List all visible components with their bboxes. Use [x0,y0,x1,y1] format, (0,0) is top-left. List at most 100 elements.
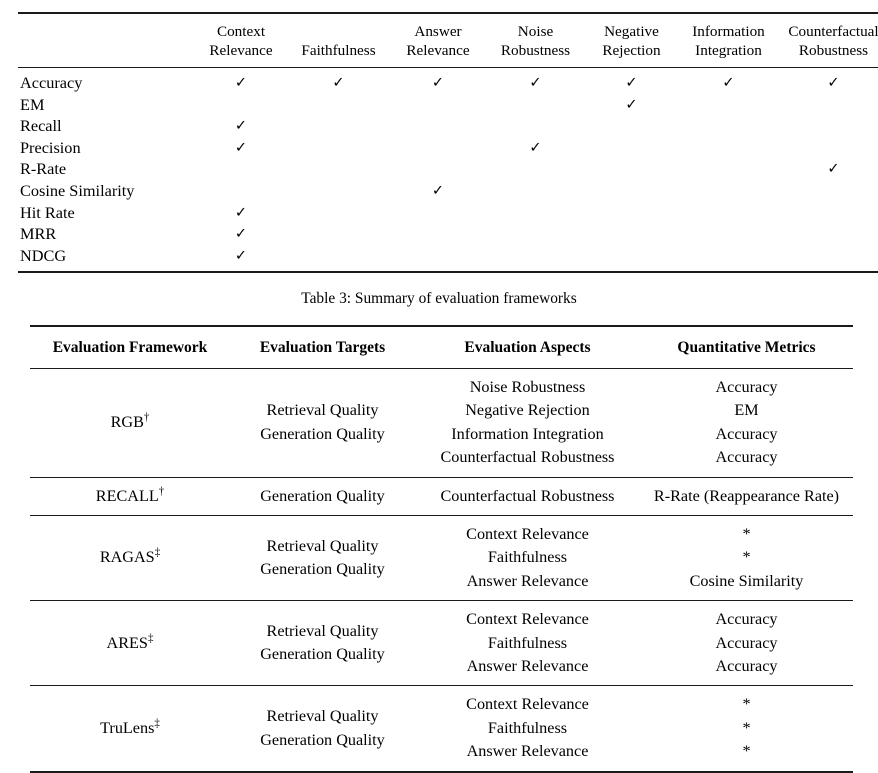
evaluation-target-item: Generation Quality [260,730,385,749]
quantitative-metrics-cell: * * * [640,685,853,773]
empty-cell [193,180,289,202]
empty-cell [680,223,777,245]
header-corner-empty [18,12,193,68]
check-icon: ✓ [431,75,445,91]
evaluation-aspect-item: Context Relevance [466,525,589,544]
header-line-2: Integration [695,41,762,59]
check-icon: ✓ [529,139,542,156]
evaluation-aspects-cell-stack: Context Relevance Faithfulness Answer Rele… [415,523,640,593]
check-icon: ✓ [234,75,248,91]
empty-cell [583,223,680,245]
empty-cell [388,94,488,116]
quantitative-metric-item: Accuracy [715,448,778,467]
evaluation-aspects-cell: Context Relevance Faithfulness Answer Rele… [415,600,640,686]
empty-cell [680,180,777,202]
column-header-counterfactual-robustness: Counterfactual Robustness [777,12,878,68]
quantitative-metrics-cell-stack: R-Rate (Reappearance Rate) [640,485,853,508]
check-icon: ✓ [332,75,345,91]
empty-cell [583,202,680,224]
metrics-aspects-table-wrapper: Context Relevance Faithfulness Answer Re… [18,12,878,274]
empty-cell [777,115,878,137]
check-icon: ✓ [827,161,840,178]
header-line-2: Robustness [500,41,571,59]
evaluation-target-item: Retrieval Quality [266,621,379,640]
evaluation-aspect-item: Counterfactual Robustness [440,486,615,505]
empty-cell [777,137,878,159]
column-header-evaluation-framework: Evaluation Framework [30,325,230,369]
empty-cell [488,180,583,202]
empty-cell [680,137,777,159]
empty-cell [193,94,289,116]
evaluation-aspects-cell: Noise Robustness Negative Rejection Inform… [415,368,640,478]
evaluation-aspect-item: Faithfulness [487,633,568,652]
footnote-marker: ‡ [154,717,160,730]
evaluation-aspect-item: Faithfulness [487,718,568,737]
framework-name: ARES [106,633,148,652]
evaluation-aspect-item: Context Relevance [466,695,589,714]
table-row: Cosine Similarity ✓ [18,180,878,202]
framework-name: RGB [110,413,144,432]
quantitative-metric-item: * [742,742,751,761]
empty-cell [777,244,878,274]
empty-cell [289,158,388,180]
framework-name: TruLens [100,718,155,737]
framework-name: RECALL [95,486,159,505]
header-line-1: Noise [517,23,554,40]
metric-name-cell: NDCG [18,244,193,274]
quantitative-metrics-cell-stack: Accuracy Accuracy Accuracy [640,608,853,678]
quantitative-metric-item: Cosine Similarity [689,571,804,590]
framework-name-cell: RECALL† [30,476,230,516]
column-header-noise-robustness: Noise Robustness [488,12,583,68]
header-line-1: Information [692,23,765,40]
footnote-marker: ‡ [154,547,161,560]
column-header-evaluation-targets: Evaluation Targets [230,325,415,369]
check-cell: ✓ [488,137,583,159]
evaluation-aspect-item: Context Relevance [466,610,589,629]
evaluation-aspects-cell: Counterfactual Robustness [415,476,640,516]
empty-cell [193,158,289,180]
header-line-1: Answer [414,23,462,40]
table-header-row: Context Relevance Faithfulness Answer Re… [18,12,878,68]
empty-cell [289,115,388,137]
evaluation-target-item: Retrieval Quality [266,536,379,555]
footnote-marker: † [143,411,150,424]
evaluation-aspects-cell-stack: Noise Robustness Negative Rejection Inform… [415,376,640,470]
evaluation-targets-cell-stack: Retrieval Quality Generation Quality [230,399,415,446]
empty-cell [388,202,488,224]
table-row: MRR ✓ [18,223,878,245]
table-row: R-Rate ✓ [18,158,878,180]
footnote-marker: ‡ [147,632,154,645]
check-cell: ✓ [488,66,583,94]
check-cell: ✓ [777,66,878,94]
quantitative-metrics-cell: R-Rate (Reappearance Rate) [640,476,853,516]
quantitative-metric-item: Accuracy [715,633,778,652]
framework-row: RAGAS‡ Retrieval Quality Generation Qualit… [30,515,853,601]
empty-cell [583,115,680,137]
quantitative-metric-item: * [742,525,751,544]
empty-cell [777,202,878,224]
check-cell: ✓ [193,66,289,94]
check-cell: ✓ [680,66,777,94]
evaluation-aspect-item: Faithfulness [487,548,568,567]
quantitative-metric-item: * [742,718,751,737]
empty-cell [777,180,878,202]
empty-cell [583,158,680,180]
header-line-1: Counterfactual [788,23,878,40]
empty-cell [777,223,878,245]
evaluation-target-item: Generation Quality [260,645,385,664]
check-icon: ✓ [431,182,445,199]
column-header-evaluation-aspects: Evaluation Aspects [415,325,640,369]
empty-cell [488,202,583,224]
metric-name-cell: Hit Rate [20,202,75,222]
quantitative-metric-item: R-Rate (Reappearance Rate) [653,486,840,505]
empty-cell [388,137,488,159]
empty-cell [289,223,388,245]
quantitative-metrics-cell: * * Cosine Similarity [640,515,853,601]
empty-cell [289,244,388,274]
check-icon: ✓ [234,247,248,264]
check-cell: ✓ [583,66,680,94]
column-header-quantitative-metrics: Quantitative Metrics [640,325,853,369]
evaluation-aspect-item: Answer Relevance [466,657,589,676]
frameworks-header-row: Evaluation Framework Evaluation Targets … [30,325,853,369]
metrics-aspects-thead: Context Relevance Faithfulness Answer Re… [18,12,878,68]
